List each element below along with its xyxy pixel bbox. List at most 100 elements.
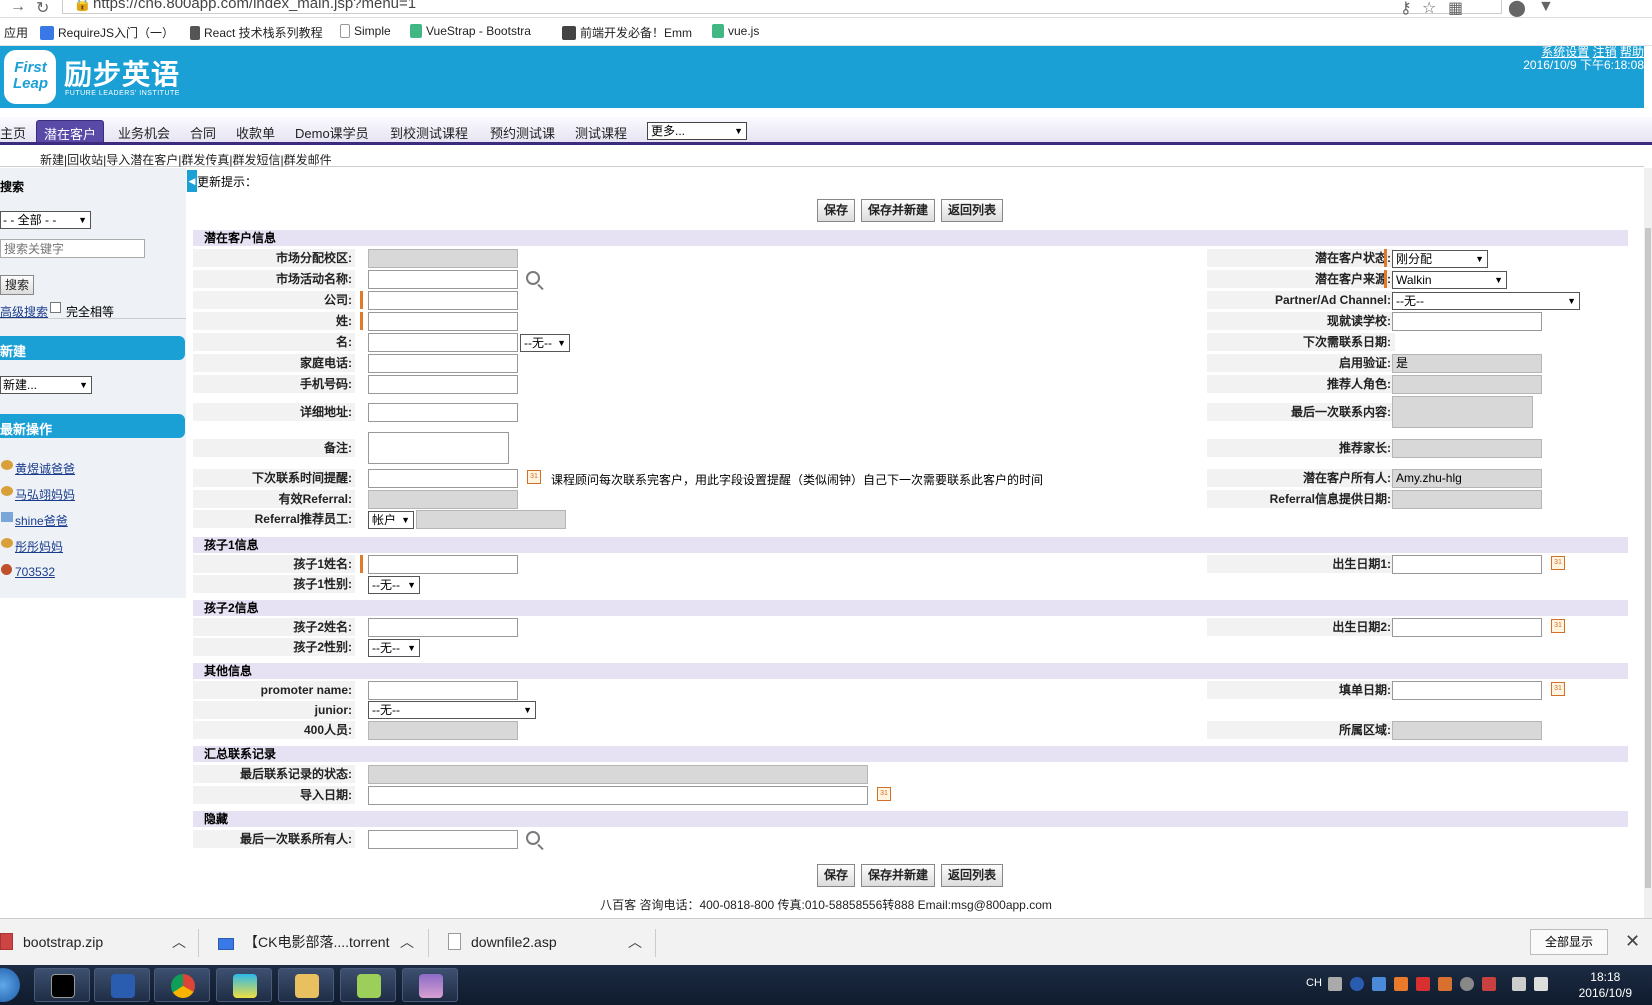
start-button-icon[interactable]: [0, 968, 20, 1002]
fill-date-field[interactable]: [1392, 681, 1542, 700]
source-select[interactable]: Walkin ▼: [1392, 271, 1507, 289]
first-name-suffix-select[interactable]: --无-- ▼: [520, 334, 570, 352]
search-button[interactable]: 搜索: [0, 275, 35, 295]
recent-item[interactable]: shine爸爸: [15, 512, 68, 529]
promoter-field[interactable]: [368, 681, 518, 700]
bookmark-react[interactable]: React 技术栈系列教程: [190, 24, 323, 41]
taskbar-chrome[interactable]: [154, 968, 210, 1002]
referral-staff-type-select[interactable]: 帐户 ▼: [368, 511, 414, 529]
app-tray-icon[interactable]: [1460, 977, 1474, 991]
taskbar-image-viewer[interactable]: [402, 968, 458, 1002]
save-button[interactable]: 保存: [817, 864, 856, 887]
recent-item[interactable]: 黄煜诚爸爸: [15, 460, 75, 477]
app-tray-icon[interactable]: [1372, 977, 1386, 991]
save-button[interactable]: 保存: [817, 199, 856, 222]
bookmark-requirejs[interactable]: RequireJS入门（一）: [40, 24, 174, 41]
child2-birth-field[interactable]: [1392, 618, 1542, 637]
tab-opportunities[interactable]: 业务机会: [118, 123, 170, 142]
channel-select[interactable]: --无-- ▼: [1392, 292, 1580, 310]
extension2-icon[interactable]: ▼: [1538, 0, 1554, 16]
child1-name-field[interactable]: [368, 555, 518, 574]
back-to-list-button[interactable]: 返回列表: [941, 864, 1004, 887]
help-icon[interactable]: [1350, 977, 1364, 991]
save-new-button[interactable]: 保存并新建: [861, 864, 936, 887]
bookmark-emmet[interactable]: 前端开发必备！Emm: [562, 24, 692, 41]
download-item[interactable]: 【CK电影部落....torrent ︿: [218, 919, 418, 966]
calendar-icon[interactable]: 31: [877, 787, 891, 801]
key-icon[interactable]: ⚷: [1400, 0, 1412, 18]
more-tabs-select[interactable]: 更多... ▼: [647, 122, 747, 140]
forward-icon[interactable]: →: [10, 0, 26, 16]
recent-item[interactable]: 马弘翊妈妈: [15, 486, 75, 503]
app-tray-icon[interactable]: [1416, 977, 1430, 991]
company-field[interactable]: [368, 291, 518, 310]
home-phone-field[interactable]: [368, 354, 518, 373]
tab-booked-test[interactable]: 预约测试课: [490, 123, 555, 142]
calendar-icon[interactable]: 31: [527, 470, 541, 484]
remark-textarea[interactable]: [368, 432, 509, 464]
first-name-field[interactable]: [368, 333, 518, 352]
status-select[interactable]: 刚分配 ▼: [1392, 250, 1488, 268]
exact-match-checkbox[interactable]: [50, 302, 61, 313]
sub-nav-links[interactable]: 新建|回收站|导入潜在客户|群发传真|群发短信|群发邮件: [40, 151, 332, 168]
search-input[interactable]: [0, 239, 145, 258]
chevron-up-icon[interactable]: ︿: [172, 919, 186, 966]
address-field[interactable]: [368, 403, 518, 422]
chevron-up-icon[interactable]: ︿: [628, 919, 642, 966]
close-icon[interactable]: ✕: [1625, 931, 1640, 952]
download-item[interactable]: bootstrap.zip ︿: [0, 919, 190, 966]
download-item[interactable]: downfile2.asp ︿: [448, 919, 648, 966]
input-language[interactable]: CH: [1306, 977, 1322, 989]
last-owner-field[interactable]: [368, 830, 518, 849]
collapse-sidebar-icon[interactable]: ◀: [187, 170, 197, 192]
volume-icon[interactable]: [1534, 977, 1548, 991]
bookmark-vuejs[interactable]: vue.js: [712, 24, 759, 38]
tab-demo-students[interactable]: Demo课学员: [295, 123, 369, 142]
bookmark-apps[interactable]: 应用: [4, 24, 28, 41]
tab-onsite-test[interactable]: 到校测试课程: [390, 123, 468, 142]
app-tray-icon[interactable]: [1394, 977, 1408, 991]
save-new-button[interactable]: 保存并新建: [861, 199, 936, 222]
address-bar[interactable]: 🔒 https://cn6.800app.com/index_main.jsp?…: [62, 0, 1502, 14]
taskbar-webstorm[interactable]: [216, 968, 272, 1002]
qr-icon[interactable]: ▦: [1448, 0, 1463, 18]
show-all-downloads-button[interactable]: 全部显示: [1530, 929, 1608, 955]
child1-gender-select[interactable]: --无-- ▼: [368, 576, 420, 594]
app-tray-icon[interactable]: [1438, 977, 1452, 991]
calendar-icon[interactable]: 31: [1551, 556, 1565, 570]
search-scope-select[interactable]: - - 全部 - - ▼: [0, 211, 91, 229]
extension-icon[interactable]: ⬤: [1508, 0, 1526, 18]
import-date-field[interactable]: [368, 786, 868, 805]
logout-link[interactable]: 注销: [1593, 45, 1617, 59]
chevron-up-icon[interactable]: ︿: [400, 919, 414, 966]
taskbar-powershell[interactable]: [94, 968, 150, 1002]
taskbar-cmd[interactable]: [34, 968, 90, 1002]
last-name-field[interactable]: [368, 312, 518, 331]
tab-contracts[interactable]: 合同: [190, 123, 216, 142]
help-link[interactable]: 帮助: [1620, 45, 1644, 59]
tab-home[interactable]: 主页: [0, 123, 26, 142]
new-select[interactable]: 新建... ▼: [0, 376, 92, 394]
taskbar-explorer[interactable]: [278, 968, 334, 1002]
child2-gender-select[interactable]: --无-- ▼: [368, 639, 420, 657]
calendar-icon[interactable]: 31: [1551, 619, 1565, 633]
speaker-mute-icon[interactable]: [1482, 977, 1496, 991]
bookmark-simple[interactable]: Simple: [340, 24, 391, 38]
next-contact-field[interactable]: [368, 469, 518, 488]
reload-icon[interactable]: ↻: [36, 0, 49, 18]
network-icon[interactable]: [1512, 977, 1526, 991]
system-clock[interactable]: 18:18 2016/10/9: [1579, 969, 1632, 1001]
taskbar-notepad[interactable]: [340, 968, 396, 1002]
keyboard-icon[interactable]: [1328, 977, 1342, 991]
star-icon[interactable]: ☆: [1422, 0, 1436, 18]
recent-item[interactable]: 703532: [15, 565, 55, 579]
lookup-icon[interactable]: [526, 831, 540, 845]
bookmark-vuestrap[interactable]: VueStrap - Bootstra: [410, 24, 531, 38]
school-field[interactable]: [1392, 312, 1542, 331]
tab-receipts[interactable]: 收款单: [236, 123, 275, 142]
junior-select[interactable]: --无-- ▼: [368, 701, 536, 719]
scrollbar-thumb[interactable]: [1645, 228, 1651, 888]
calendar-icon[interactable]: 31: [1551, 682, 1565, 696]
child1-birth-field[interactable]: [1392, 555, 1542, 574]
page-scrollbar[interactable]: [1644, 168, 1652, 918]
